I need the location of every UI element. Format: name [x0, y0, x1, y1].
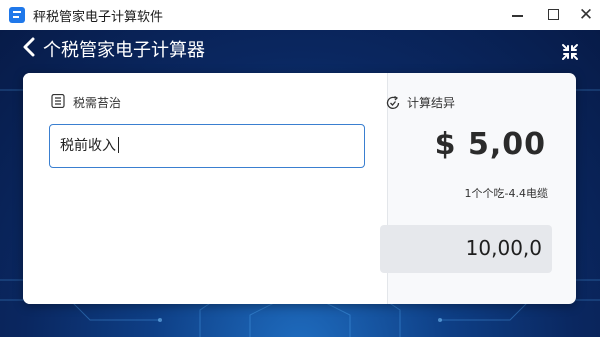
app-icon	[9, 7, 25, 23]
minimize-button[interactable]	[506, 4, 530, 26]
total-value: 10,00,0	[465, 236, 542, 260]
result-panel-label: 计算结异	[407, 96, 456, 110]
input-panel: 税需苔治 税前收入	[23, 73, 387, 304]
page-title: 个税管家电子计算器	[43, 40, 205, 61]
result-amount: $ 5,00	[434, 127, 546, 162]
result-note: 1个个吃-4.4电缆	[464, 187, 548, 200]
maximize-button[interactable]	[542, 4, 566, 26]
window-title: 秤税管家电子计算软件	[33, 10, 164, 25]
pretax-income-input[interactable]: 税前收入	[49, 124, 365, 168]
close-button[interactable]: ✕	[574, 4, 598, 26]
text-caret	[118, 137, 119, 153]
calculator-icon	[51, 94, 65, 108]
input-panel-label: 税需苔治	[73, 96, 122, 110]
input-value: 税前收入	[60, 135, 119, 155]
collapse-arrows-icon[interactable]	[560, 42, 580, 62]
window-titlebar: 秤税管家电子计算软件 ✕	[0, 0, 600, 30]
total-display: 10,00,0	[380, 225, 552, 273]
calculator-card: 税需苔治 税前收入 计算结异 $ 5,00 1个个吃-4.4电缆 10,00,0	[23, 73, 576, 304]
refresh-check-icon	[386, 95, 400, 109]
chevron-left-icon[interactable]	[20, 37, 38, 57]
